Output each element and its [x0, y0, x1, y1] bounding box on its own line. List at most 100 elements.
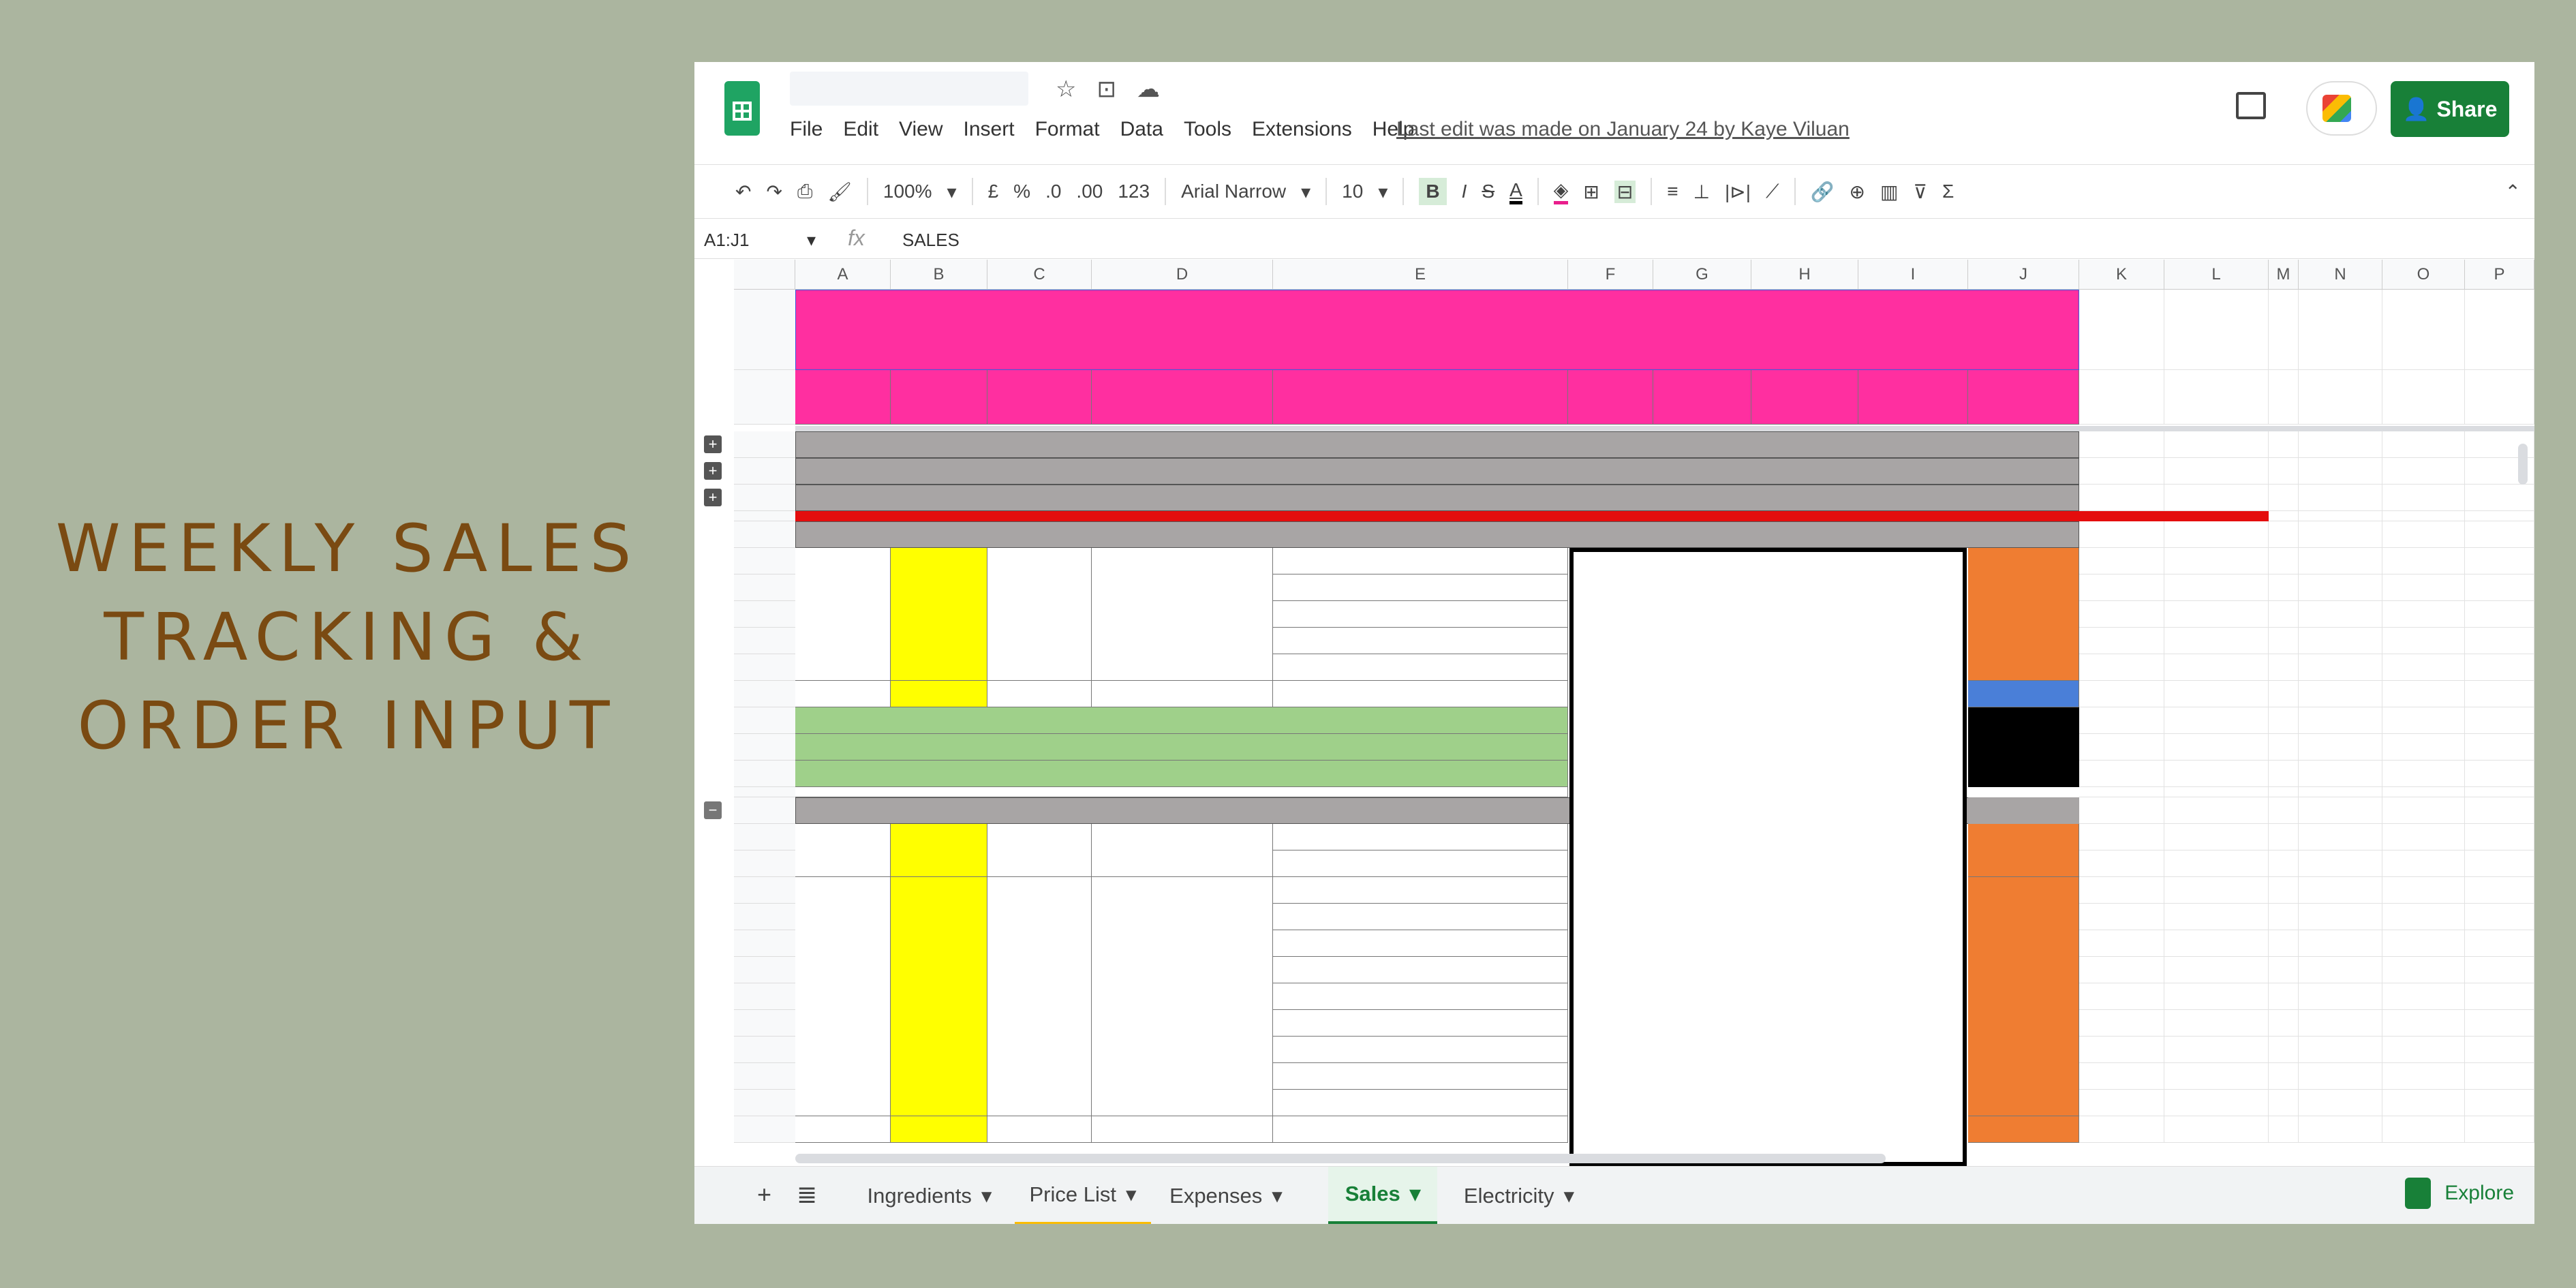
grid-cell[interactable]: [2269, 548, 2299, 574]
grid-cell[interactable]: [2269, 370, 2299, 425]
chevron-down-icon[interactable]: ▾: [1301, 181, 1310, 203]
order-client[interactable]: [1092, 548, 1273, 681]
currency-button[interactable]: £: [988, 181, 999, 202]
collapse-toolbar-icon[interactable]: ⌃: [2505, 181, 2521, 203]
grid-cell[interactable]: [2382, 930, 2465, 957]
grid-cell[interactable]: [2164, 431, 2269, 458]
grid-cell[interactable]: [2299, 930, 2382, 957]
grid-cell[interactable]: [2382, 707, 2465, 734]
grid-cell[interactable]: [2465, 521, 2534, 548]
status-badge[interactable]: [1968, 1116, 2079, 1143]
grid-cell[interactable]: [2269, 983, 2299, 1010]
grid-cell[interactable]: [2465, 628, 2534, 654]
grid-cell[interactable]: [2299, 1116, 2382, 1143]
expand-group-icon[interactable]: +: [704, 489, 722, 506]
grid-cell[interactable]: [2382, 1010, 2465, 1037]
grid-cell[interactable]: [2269, 877, 2299, 904]
text-color-button[interactable]: A: [1509, 179, 1522, 204]
grid-cell[interactable]: [2269, 574, 2299, 601]
row-header[interactable]: [734, 1090, 795, 1116]
menu-extensions[interactable]: Extensions: [1252, 118, 1352, 141]
grid-cell[interactable]: [2079, 983, 2164, 1010]
column-header[interactable]: C: [987, 260, 1092, 290]
expand-group-icon[interactable]: +: [704, 435, 722, 453]
order-item[interactable]: [1273, 1063, 1568, 1090]
row-header[interactable]: [734, 574, 795, 601]
grid-cell[interactable]: [2164, 787, 2269, 797]
row-header[interactable]: [734, 1116, 795, 1143]
grid-cell[interactable]: [2299, 1010, 2382, 1037]
chevron-down-icon[interactable]: ▾: [1564, 1184, 1575, 1208]
grid-cell[interactable]: [2269, 431, 2299, 458]
order-for-delivery[interactable]: [891, 877, 987, 1116]
row-header[interactable]: [734, 370, 795, 425]
grid-cell[interactable]: [2079, 628, 2164, 654]
print-icon[interactable]: ⎙: [797, 181, 812, 203]
grid-cell[interactable]: [2079, 1037, 2164, 1063]
grid-cell[interactable]: [2079, 824, 2164, 850]
grid-cell[interactable]: [2079, 904, 2164, 930]
menu-view[interactable]: View: [899, 118, 942, 141]
grid-cell[interactable]: [2299, 957, 2382, 983]
grid-cell[interactable]: [2164, 1063, 2269, 1090]
share-button[interactable]: 👤 Share: [2391, 81, 2509, 137]
column-header[interactable]: P: [2465, 260, 2534, 290]
grid-cell[interactable]: [2079, 1063, 2164, 1090]
row-header[interactable]: [734, 548, 795, 574]
grid-cell[interactable]: [2164, 1090, 2269, 1116]
menu-data[interactable]: Data: [1120, 118, 1163, 141]
grid-cell[interactable]: [2079, 761, 2164, 787]
chevron-down-icon[interactable]: ▾: [1378, 181, 1387, 203]
grid-cell[interactable]: [2079, 787, 2164, 797]
undo-icon[interactable]: ↶: [735, 181, 751, 203]
merge-cells-icon[interactable]: ⊟: [1614, 180, 1636, 203]
text-rotate-icon[interactable]: ⟋: [1766, 181, 1779, 203]
grid-cell[interactable]: [2382, 458, 2465, 485]
order-client[interactable]: [1092, 681, 1273, 707]
grid-cell[interactable]: [2299, 574, 2382, 601]
horizontal-scrollbar[interactable]: [795, 1154, 1886, 1163]
order-item[interactable]: [1273, 850, 1568, 877]
column-header[interactable]: L: [2164, 260, 2269, 290]
order-item[interactable]: [1273, 1010, 1568, 1037]
row-header[interactable]: [734, 458, 795, 485]
grid-cell[interactable]: [2382, 850, 2465, 877]
row-header[interactable]: [734, 797, 795, 824]
order-for-delivery[interactable]: [891, 1116, 987, 1143]
grid-cell[interactable]: [2164, 485, 2269, 511]
formula-input[interactable]: SALES: [902, 230, 960, 251]
empty-order-row[interactable]: [795, 707, 1568, 734]
status-badge[interactable]: [1968, 681, 2079, 707]
tab-sales[interactable]: Sales ▾: [1328, 1167, 1437, 1224]
grid-cell[interactable]: [2164, 824, 2269, 850]
grid-cell[interactable]: [2164, 1116, 2269, 1143]
order-date-ordered[interactable]: [795, 877, 891, 1116]
grid-cell[interactable]: [2382, 1037, 2465, 1063]
decrease-decimal-button[interactable]: .0: [1045, 181, 1061, 202]
grid-cell[interactable]: [2079, 485, 2164, 511]
grid-cell[interactable]: [2382, 574, 2465, 601]
grid-cell[interactable]: [2269, 628, 2299, 654]
grid-cell[interactable]: [2164, 761, 2269, 787]
order-date-delivered[interactable]: [987, 548, 1092, 681]
grid-cell[interactable]: [2299, 521, 2382, 548]
grid-cell[interactable]: [2382, 521, 2465, 548]
grid-cell[interactable]: [2079, 1090, 2164, 1116]
grid-cell[interactable]: [2465, 850, 2534, 877]
grid-cell[interactable]: [2164, 1010, 2269, 1037]
column-header[interactable]: E: [1273, 260, 1568, 290]
grid-cell[interactable]: [2299, 601, 2382, 628]
grid-cell[interactable]: [2269, 734, 2299, 761]
grid-cell[interactable]: [2079, 1116, 2164, 1143]
grid-cell[interactable]: [2299, 824, 2382, 850]
grid-cell[interactable]: [2299, 1063, 2382, 1090]
column-header[interactable]: G: [1653, 260, 1751, 290]
row-header[interactable]: [734, 983, 795, 1010]
row-header[interactable]: [734, 707, 795, 734]
row-header[interactable]: [734, 957, 795, 983]
last-edit-link[interactable]: Last edit was made on January 24 by Kaye…: [1396, 118, 1850, 141]
grid-cell[interactable]: [2269, 511, 2299, 521]
row-header[interactable]: [734, 431, 795, 458]
grid-cell[interactable]: [2079, 957, 2164, 983]
redo-icon[interactable]: ↷: [766, 181, 782, 203]
